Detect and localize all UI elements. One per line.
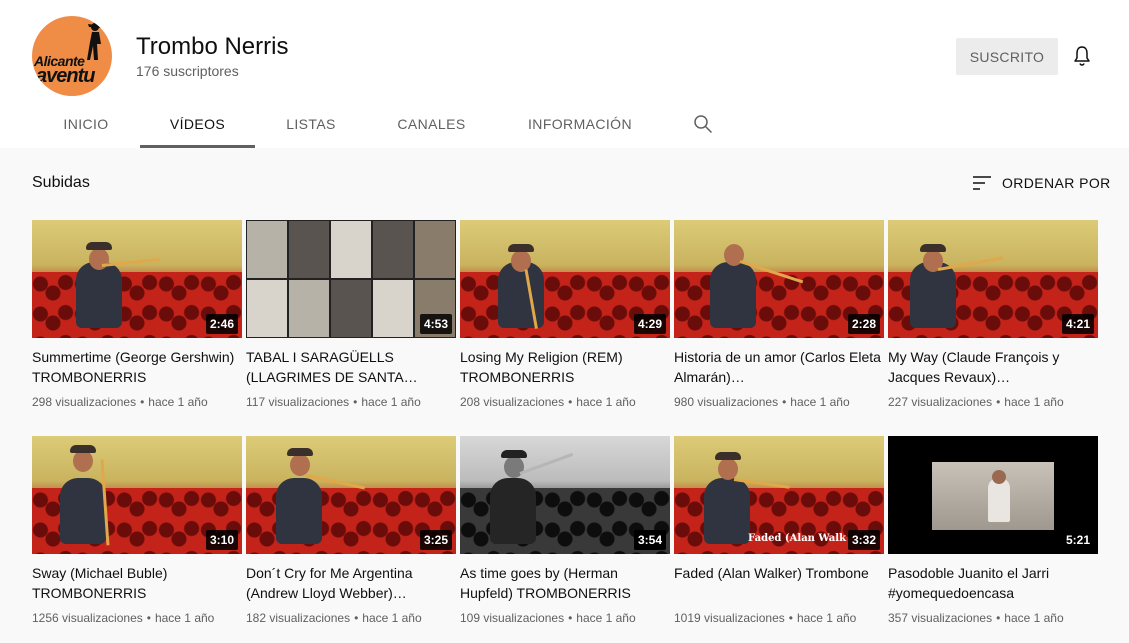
video-card[interactable]: 5:21 Pasodoble Juanito el Jarri #yomeque… (888, 436, 1098, 625)
video-thumbnail[interactable]: 2:46 (32, 220, 242, 338)
video-meta: 980 visualizaciones • hace 1 año (674, 395, 850, 409)
video-meta: 117 visualizaciones • hace 1 año (246, 395, 421, 409)
thumbnail-watermark: Faded (Alan Walk (748, 533, 846, 544)
video-meta: 109 visualizaciones • hace 1 año (460, 611, 636, 625)
video-title[interactable]: Faded (Alan Walker) Trombone (674, 563, 884, 603)
video-duration: 2:28 (847, 314, 880, 334)
video-duration: 2:46 (205, 314, 238, 334)
video-title[interactable]: My Way (Claude François y Jacques Revaux… (888, 347, 1098, 387)
view-count: 980 visualizaciones (674, 395, 779, 409)
view-count: 227 visualizaciones (888, 395, 993, 409)
video-thumbnail[interactable]: 3:10 (32, 436, 242, 554)
video-meta: 208 visualizaciones • hace 1 año (460, 395, 636, 409)
upload-age: hace 1 año (790, 395, 850, 409)
tab-inicio[interactable]: INICIO (32, 100, 140, 148)
upload-age: hace 1 año (361, 395, 421, 409)
video-duration: 4:21 (1061, 314, 1094, 334)
video-thumbnail[interactable]: 2:28 (674, 220, 884, 338)
channel-header: Alicante aventu Trombo Nerris 176 suscri… (0, 0, 1129, 148)
video-card[interactable]: 2:28 Historia de un amor (Carlos Eleta A… (674, 220, 884, 409)
tab-listas[interactable]: LISTAS (255, 100, 367, 148)
video-card[interactable]: Faded (Alan Walk 3:32 Faded (Alan Walker… (674, 436, 884, 625)
view-count: 357 visualizaciones (888, 611, 993, 625)
video-meta: 182 visualizaciones • hace 1 año (246, 611, 422, 625)
video-duration: 3:25 (419, 530, 452, 550)
video-duration: 4:29 (633, 314, 666, 334)
view-count: 1256 visualizaciones (32, 611, 143, 625)
upload-age: hace 1 año (796, 611, 857, 625)
video-title[interactable]: Historia de un amor (Carlos Eleta Almará… (674, 347, 884, 387)
upload-age: hace 1 año (362, 611, 422, 625)
tab-videos[interactable]: VÍDEOS (140, 100, 255, 148)
tab-informacion[interactable]: INFORMACIÓN (506, 100, 654, 148)
upload-age: hace 1 año (576, 395, 636, 409)
video-title[interactable]: TABAL I SARAGÜELLS (LLAGRIMES DE SANTA… (246, 347, 456, 387)
upload-age: hace 1 año (576, 611, 636, 625)
upload-age: hace 1 año (154, 611, 215, 625)
section-title: Subidas (32, 174, 90, 191)
video-title[interactable]: Summertime (George Gershwin) TROMBONERRI… (32, 347, 242, 387)
video-duration: 3:54 (633, 530, 666, 550)
dancer-silhouette-icon (87, 23, 102, 60)
video-duration: 5:21 (1061, 530, 1094, 550)
view-count: 1019 visualizaciones (674, 611, 785, 625)
view-count: 298 visualizaciones (32, 395, 137, 409)
video-card[interactable]: 3:10 Sway (Michael Buble) TROMBONERRIS 1… (32, 436, 242, 625)
view-count: 208 visualizaciones (460, 395, 565, 409)
video-meta: 1019 visualizaciones • hace 1 año (674, 611, 857, 625)
video-title[interactable]: Sway (Michael Buble) TROMBONERRIS (32, 563, 242, 603)
channel-avatar[interactable]: Alicante aventu (32, 16, 112, 96)
search-icon[interactable] (693, 114, 713, 134)
video-card[interactable]: 3:25 Don´t Cry for Me Argentina (Andrew … (246, 436, 456, 625)
notification-bell-icon[interactable] (1070, 44, 1094, 68)
channel-tabs: INICIO VÍDEOS LISTAS CANALES INFORMACIÓN (32, 100, 654, 148)
video-thumbnail[interactable]: 3:25 (246, 436, 456, 554)
video-meta: 357 visualizaciones • hace 1 año (888, 611, 1064, 625)
video-duration: 3:10 (205, 530, 238, 550)
avatar-logo-text-2: aventu (36, 65, 95, 87)
video-title[interactable]: Pasodoble Juanito el Jarri #yomequedoenc… (888, 563, 1098, 603)
video-card[interactable]: 2:46 Summertime (George Gershwin) TROMBO… (32, 220, 242, 409)
video-thumbnail[interactable]: 4:29 (460, 220, 670, 338)
tab-canales[interactable]: CANALES (367, 100, 496, 148)
sort-icon (973, 176, 991, 190)
video-duration: 3:32 (847, 530, 880, 550)
video-meta: 298 visualizaciones • hace 1 año (32, 395, 208, 409)
upload-age: hace 1 año (1004, 611, 1064, 625)
video-title[interactable]: As time goes by (Herman Hupfeld) TROMBON… (460, 563, 670, 603)
channel-name: Trombo Nerris (136, 33, 289, 60)
sort-label: ORDENAR POR (1002, 175, 1111, 191)
video-card[interactable]: 4:29 Losing My Religion (REM) TROMBONERR… (460, 220, 670, 409)
subscribed-button[interactable]: SUSCRITO (956, 38, 1058, 75)
video-card[interactable]: 4:53 TABAL I SARAGÜELLS (LLAGRIMES DE SA… (246, 220, 456, 409)
video-thumbnail[interactable]: 4:21 (888, 220, 1098, 338)
video-title[interactable]: Losing My Religion (REM) TROMBONERRIS (460, 347, 670, 387)
view-count: 182 visualizaciones (246, 611, 351, 625)
upload-age: hace 1 año (1004, 395, 1064, 409)
video-meta: 1256 visualizaciones • hace 1 año (32, 611, 215, 625)
view-count: 117 visualizaciones (246, 395, 350, 409)
subscriber-count: 176 suscriptores (136, 63, 239, 79)
video-thumbnail[interactable]: 5:21 (888, 436, 1098, 554)
video-thumbnail[interactable]: 3:54 (460, 436, 670, 554)
video-thumbnail[interactable]: Faded (Alan Walk 3:32 (674, 436, 884, 554)
sort-button[interactable]: ORDENAR POR (972, 172, 1111, 194)
video-thumbnail[interactable]: 4:53 (246, 220, 456, 338)
video-meta: 227 visualizaciones • hace 1 año (888, 395, 1064, 409)
upload-age: hace 1 año (148, 395, 208, 409)
video-duration: 4:53 (419, 314, 452, 334)
video-card[interactable]: 3:54 As time goes by (Herman Hupfeld) TR… (460, 436, 670, 625)
video-card[interactable]: 4:21 My Way (Claude François y Jacques R… (888, 220, 1098, 409)
view-count: 109 visualizaciones (460, 611, 565, 625)
video-title[interactable]: Don´t Cry for Me Argentina (Andrew Lloyd… (246, 563, 456, 603)
